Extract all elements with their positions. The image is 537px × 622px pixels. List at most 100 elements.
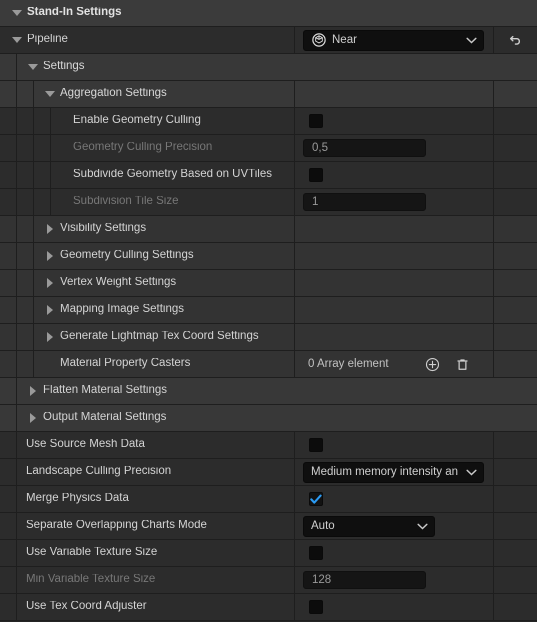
indent-guide (17, 81, 34, 107)
property-row-subdivision-tile-size[interactable]: Subdivision Tile Size 1 (0, 189, 537, 216)
property-label: Landscape Culling Precision (26, 466, 172, 478)
indent-guide (17, 189, 34, 215)
property-label: Separate Overlapping Charts Mode (26, 520, 207, 532)
indent-guide (0, 54, 17, 80)
property-label: Subdivide Geometry Based on UVTiles (73, 169, 273, 181)
property-row-subdivide-geometry-based-on-uvtiles[interactable]: Subdivide Geometry Based on UVTiles (0, 162, 537, 189)
property-value-min-variable-texture-size: 128 (294, 567, 493, 593)
trash-icon[interactable] (455, 356, 471, 372)
category-row-geometry-culling-settings[interactable]: Geometry Culling Settings (0, 243, 537, 270)
caret-down-icon[interactable] (10, 33, 24, 47)
geometry-culling-precision-input[interactable]: 0,5 (303, 139, 426, 157)
category-row-vertex-weight-settings[interactable]: Vertex Weight Settings (0, 270, 537, 297)
property-label: Use Tex Coord Adjuster (26, 601, 147, 613)
property-label: Geometry Culling Precision (73, 142, 213, 154)
property-row-separate-overlapping-charts-mode[interactable]: Separate Overlapping Charts Mode Auto (0, 513, 537, 540)
property-name-subdivision-tile-size: Subdivision Tile Size (51, 189, 294, 215)
category-extra-cell (493, 243, 537, 269)
subdivision-tile-size-input[interactable]: 1 (303, 193, 426, 211)
property-value-geometry-culling-precision: 0,5 (294, 135, 493, 161)
caret-right-icon[interactable] (43, 222, 57, 236)
property-extra-cell (493, 432, 537, 458)
caret-down-icon[interactable] (43, 87, 57, 101)
property-row-use-source-mesh-data[interactable]: Use Source Mesh Data (0, 432, 537, 459)
use-variable-texture-size-checkbox[interactable] (309, 546, 323, 560)
category-row-generate-lightmap-tex-coord-settings[interactable]: Generate Lightmap Tex Coord Settings (0, 324, 537, 351)
category-row-output-material-settings[interactable]: Output Material Settings (0, 405, 537, 432)
indent-guide (17, 135, 34, 161)
category-row-visibility-settings[interactable]: Visibility Settings (0, 216, 537, 243)
category-row-flatten-material-settings[interactable]: Flatten Material Settings (0, 378, 537, 405)
property-name-min-variable-texture-size: Min Variable Texture Size (17, 567, 294, 593)
use-source-mesh-data-checkbox[interactable] (309, 438, 323, 452)
caret-down-icon[interactable] (10, 6, 24, 20)
property-extra-cell (493, 513, 537, 539)
property-row-merge-physics-data[interactable]: Merge Physics Data (0, 486, 537, 513)
category-name-generate-lightmap-tex-coord-settings: Generate Lightmap Tex Coord Settings (34, 324, 294, 350)
property-name-use-source-mesh-data: Use Source Mesh Data (17, 432, 294, 458)
indent-guide (0, 189, 17, 215)
property-row-geometry-culling-precision[interactable]: Geometry Culling Precision 0,5 (0, 135, 537, 162)
indent-guide (17, 216, 34, 242)
property-extra-cell (493, 108, 537, 134)
caret-down-icon[interactable] (26, 60, 40, 74)
property-row-use-variable-texture-size[interactable]: Use Variable Texture Size (0, 540, 537, 567)
use-tex-coord-adjuster-checkbox[interactable] (309, 600, 323, 614)
indent-guide (0, 594, 17, 620)
plus-circle-icon[interactable] (425, 356, 441, 372)
property-row-min-variable-texture-size[interactable]: Min Variable Texture Size 128 (0, 567, 537, 594)
caret-right-icon[interactable] (43, 303, 57, 317)
category-row-aggregation-settings[interactable]: Aggregation Settings (0, 81, 537, 108)
pipeline-dropdown[interactable]: Near (303, 29, 484, 51)
property-row-enable-geometry-culling[interactable]: Enable Geometry Culling (0, 108, 537, 135)
property-name-enable-geometry-culling: Enable Geometry Culling (51, 108, 294, 134)
caret-right-icon[interactable] (43, 276, 57, 290)
details-panel: Stand-In Settings Pipeline Near Settings… (0, 0, 537, 622)
min-variable-texture-size-input[interactable]: 128 (303, 571, 426, 589)
caret-right-icon[interactable] (26, 411, 40, 425)
enable-geometry-culling-checkbox[interactable] (309, 114, 323, 128)
indent-guide (17, 162, 34, 188)
property-name-separate-overlapping-charts-mode: Separate Overlapping Charts Mode (17, 513, 294, 539)
indent-guide (0, 486, 17, 512)
indent-guide (17, 297, 34, 323)
merge-physics-data-checkbox[interactable] (309, 492, 323, 506)
category-name-geometry-culling-settings: Geometry Culling Settings (34, 243, 294, 269)
category-label: Geometry Culling Settings (60, 250, 194, 262)
landscape-culling-precision-dropdown[interactable]: Medium memory intensity an (303, 461, 484, 483)
property-row-pipeline[interactable]: Pipeline Near (0, 27, 537, 54)
indent-guide (17, 243, 34, 269)
property-label: Enable Geometry Culling (73, 115, 201, 127)
property-row-material-property-casters[interactable]: Material Property Casters 0 Array elemen… (0, 351, 537, 378)
property-name-pipeline: Pipeline (0, 27, 294, 53)
category-value-cell (294, 270, 493, 296)
indent-guide (0, 162, 17, 188)
category-value-cell (294, 81, 493, 107)
category-label: Settings (43, 61, 85, 73)
separate-overlapping-charts-mode-dropdown[interactable]: Auto (303, 515, 435, 537)
category-row-settings[interactable]: Settings (0, 54, 537, 81)
category-value-cell (294, 297, 493, 323)
category-name-vertex-weight-settings: Vertex Weight Settings (34, 270, 294, 296)
property-value-subdivide-geometry-based-on-uvtiles (294, 162, 493, 188)
section-header-stand-in-settings[interactable]: Stand-In Settings (0, 0, 537, 27)
indent-guide (0, 297, 17, 323)
property-value-use-source-mesh-data (294, 432, 493, 458)
property-extra-cell (493, 459, 537, 485)
caret-right-icon[interactable] (26, 384, 40, 398)
caret-right-icon[interactable] (43, 330, 57, 344)
caret-right-icon[interactable] (43, 249, 57, 263)
property-extra-cell (493, 135, 537, 161)
reset-arrow-icon[interactable] (506, 30, 526, 50)
indent-guide (0, 567, 17, 593)
category-row-mapping-image-settings[interactable]: Mapping Image Settings (0, 297, 537, 324)
category-name-flatten-material-settings: Flatten Material Settings (17, 378, 537, 404)
property-row-use-tex-coord-adjuster[interactable]: Use Tex Coord Adjuster (0, 594, 537, 621)
chevron-down-icon (465, 37, 477, 44)
property-value-subdivision-tile-size: 1 (294, 189, 493, 215)
indent-guide (0, 108, 17, 134)
property-label: Material Property Casters (60, 358, 191, 370)
subdivide-geometry-based-on-uvtiles-checkbox[interactable] (309, 168, 323, 182)
property-value-separate-overlapping-charts-mode: Auto (294, 513, 493, 539)
property-row-landscape-culling-precision[interactable]: Landscape Culling Precision Medium memor… (0, 459, 537, 486)
